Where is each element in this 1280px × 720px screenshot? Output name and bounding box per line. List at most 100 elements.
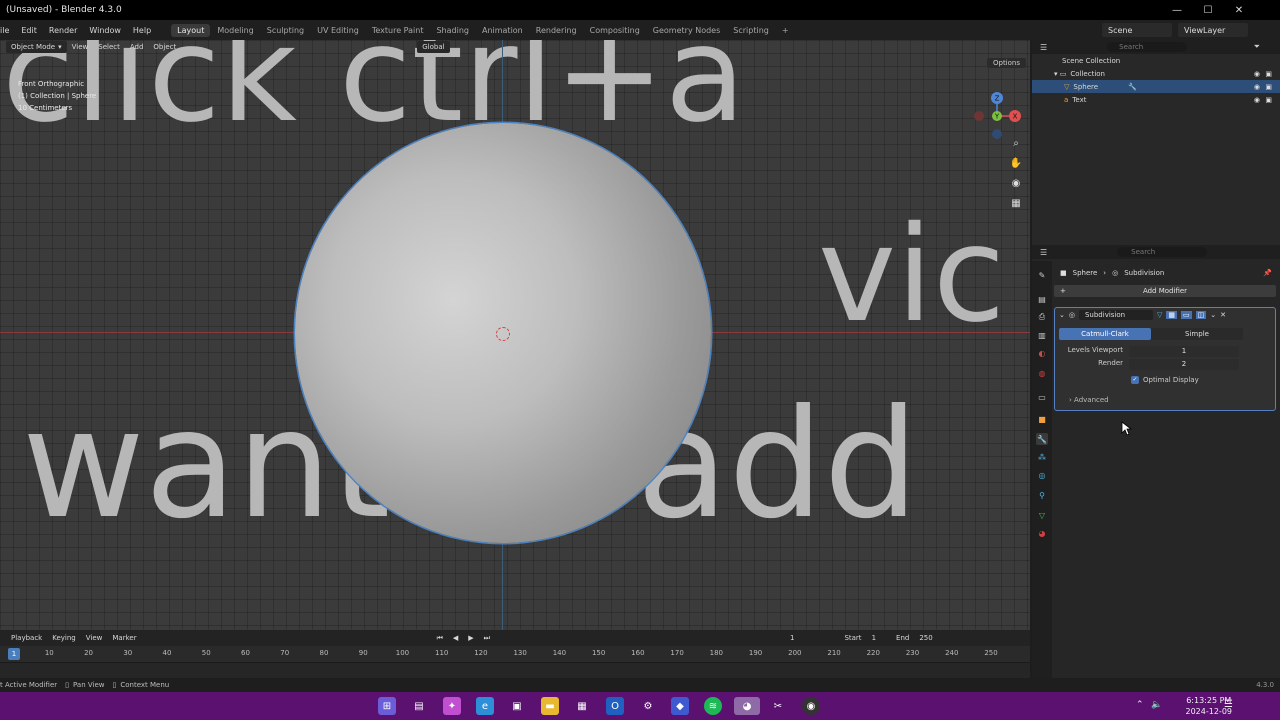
3d-viewport[interactable]: click ctrl+a vic want to add Object Mode… xyxy=(0,40,1030,630)
app-icon[interactable]: ◆ xyxy=(671,697,689,715)
menu-render[interactable]: Render xyxy=(43,26,83,35)
outliner[interactable]: ☰ Search ⏷ Scene Collection ▾ ▭ Collecti… xyxy=(1032,40,1280,245)
playhead[interactable]: 1 xyxy=(8,648,20,660)
properties-editor[interactable]: ☰ Search ✎ ▤ ⎙ ▥ ◐ ◍ ▭ ■ 🔧 ⁂ ◎ ⚲ ▽ ◕ ■ S… xyxy=(1032,245,1280,678)
copilot-icon[interactable]: ✦ xyxy=(443,697,461,715)
menu-help[interactable]: Help xyxy=(127,26,157,35)
menu-object[interactable]: Object xyxy=(148,43,181,51)
catmull-clark-option[interactable]: Catmull-Clark xyxy=(1059,328,1151,340)
cage-toggle-icon[interactable]: ▦ xyxy=(1166,311,1177,319)
settings-gear-icon[interactable]: ⚙ xyxy=(639,697,657,715)
jump-end-icon[interactable]: ⏭ xyxy=(479,634,495,643)
eye-icon[interactable]: ◉ xyxy=(1254,96,1260,104)
start-field[interactable]: 1 xyxy=(867,634,881,642)
timeline-menu-view[interactable]: View xyxy=(81,634,108,642)
scene-selector[interactable]: Scene xyxy=(1102,23,1172,37)
subdivision-modifier-panel[interactable]: ⌄ ◎ Subdivision ▽ ▦ ▭ ◫ ⌄ ✕ Catmull-Clar… xyxy=(1054,307,1276,411)
camera-icon[interactable]: ▣ xyxy=(1265,83,1272,91)
tab-compositing[interactable]: Compositing xyxy=(584,24,646,37)
tab-uv-editing[interactable]: UV Editing xyxy=(311,24,365,37)
obs-icon[interactable]: ◉ xyxy=(802,697,820,715)
notification-icon[interactable]: ☰ xyxy=(1224,699,1233,710)
simple-option[interactable]: Simple xyxy=(1151,328,1243,340)
menu-view[interactable]: View xyxy=(67,43,94,51)
tab-animation[interactable]: Animation xyxy=(476,24,529,37)
delete-modifier-icon[interactable]: ✕ xyxy=(1220,311,1226,319)
minimize-button[interactable]: — xyxy=(1162,0,1192,20)
menu-add[interactable]: Add xyxy=(125,43,149,51)
start-menu-icon[interactable]: ⊞ xyxy=(378,697,396,715)
filter-icon[interactable]: ⏷ xyxy=(1254,42,1260,52)
outlook-icon[interactable]: O xyxy=(606,697,624,715)
menu-edit[interactable]: Edit xyxy=(15,26,43,35)
properties-search-input[interactable]: Search xyxy=(1117,247,1208,257)
collection-tab-icon[interactable]: ▭ xyxy=(1036,391,1048,403)
view-layer-tab-icon[interactable]: ▥ xyxy=(1036,329,1048,341)
eye-icon[interactable]: ◉ xyxy=(1254,70,1260,78)
tab-geometry-nodes[interactable]: Geometry Nodes xyxy=(647,24,726,37)
physics-tab-icon[interactable]: ◎ xyxy=(1036,469,1048,481)
render-toggle-icon[interactable]: ◫ xyxy=(1195,311,1207,319)
maximize-button[interactable]: ☐ xyxy=(1193,0,1223,20)
tool-tab-icon[interactable]: ✎ xyxy=(1036,269,1048,281)
tray-chevron-icon[interactable]: ⌃ xyxy=(1136,700,1144,710)
file-explorer-icon[interactable]: ▬ xyxy=(541,697,559,715)
add-modifier-button[interactable]: + Add Modifier xyxy=(1054,285,1276,297)
timeline-ruler[interactable]: 1 10 20 30 40 50 60 70 80 90 100 110 120 130 140 150 16… xyxy=(0,646,1030,662)
advanced-subpanel[interactable]: › Advanced xyxy=(1069,396,1109,404)
viewport-toggle-icon[interactable]: ▭ xyxy=(1181,311,1192,319)
edit-mode-toggle-icon[interactable]: ▽ xyxy=(1157,311,1162,319)
modifier-name-field[interactable]: Subdivision xyxy=(1078,310,1153,320)
options-button[interactable]: Options xyxy=(986,58,1026,68)
world-tab-icon[interactable]: ◍ xyxy=(1036,367,1048,379)
camera-icon[interactable]: ◉ xyxy=(1008,176,1024,190)
mode-selector[interactable]: Object Mode ▾ xyxy=(6,41,67,53)
add-workspace-button[interactable]: + xyxy=(776,24,795,37)
play-icon[interactable]: ▶ xyxy=(463,634,478,642)
outliner-row-text[interactable]: a Text ◉ ▣ xyxy=(1032,93,1280,106)
tab-scripting[interactable]: Scripting xyxy=(727,24,775,37)
dropdown-icon[interactable]: ⌄ xyxy=(1210,311,1216,319)
end-field[interactable]: 250 xyxy=(914,634,937,642)
object-tab-icon[interactable]: ■ xyxy=(1036,413,1048,425)
outliner-search-input[interactable]: Search xyxy=(1107,42,1188,52)
timeline-menu-playback[interactable]: Playback xyxy=(6,634,47,642)
timeline-track-area[interactable] xyxy=(0,662,1030,678)
render-levels-field[interactable]: 2 xyxy=(1129,359,1239,370)
levels-viewport-field[interactable]: 1 xyxy=(1129,346,1239,357)
menu-file[interactable]: ile xyxy=(0,26,15,35)
output-tab-icon[interactable]: ⎙ xyxy=(1036,311,1048,323)
close-button[interactable]: ✕ xyxy=(1224,0,1254,20)
editor-type-icon[interactable]: ☰ xyxy=(1040,43,1047,52)
store-icon[interactable]: ▣ xyxy=(508,697,526,715)
play-reverse-icon[interactable]: ◀ xyxy=(448,634,463,642)
timeline[interactable]: Playback Keying View Marker ⏮ ◀ ▶ ⏭ 1 St… xyxy=(0,630,1030,678)
tab-rendering[interactable]: Rendering xyxy=(530,24,583,37)
edge-browser-icon[interactable]: e xyxy=(476,697,494,715)
tab-layout[interactable]: Layout xyxy=(171,23,211,37)
calendar-icon[interactable]: ▦ xyxy=(573,697,591,715)
material-tab-icon[interactable]: ◕ xyxy=(1036,527,1048,539)
menu-window[interactable]: Window xyxy=(83,26,127,35)
menu-select[interactable]: Select xyxy=(93,43,125,51)
outliner-row-scene-collection[interactable]: Scene Collection xyxy=(1032,54,1280,67)
camera-icon[interactable]: ▣ xyxy=(1265,96,1272,104)
collapse-icon[interactable]: ⌄ xyxy=(1059,311,1065,319)
current-frame-field[interactable]: 1 xyxy=(785,634,799,642)
outliner-row-collection[interactable]: ▾ ▭ Collection ◉ ▣ xyxy=(1032,67,1280,80)
render-tab-icon[interactable]: ▤ xyxy=(1036,293,1048,305)
scene-tab-icon[interactable]: ◐ xyxy=(1036,347,1048,359)
volume-icon[interactable]: 🔈 xyxy=(1151,700,1162,710)
constraints-tab-icon[interactable]: ⚲ xyxy=(1036,489,1048,501)
data-tab-icon[interactable]: ▽ xyxy=(1036,509,1048,521)
tab-modeling[interactable]: Modeling xyxy=(211,24,259,37)
jump-start-icon[interactable]: ⏮ xyxy=(432,634,448,643)
particles-tab-icon[interactable]: ⁂ xyxy=(1036,451,1048,463)
timeline-menu-keying[interactable]: Keying xyxy=(47,634,81,642)
spotify-icon[interactable]: ≋ xyxy=(704,697,722,715)
outliner-row-sphere[interactable]: ▽ Sphere 🔧 ◉ ▣ xyxy=(1032,80,1280,93)
editor-type-icon[interactable]: ☰ xyxy=(1040,248,1047,257)
capcut-icon[interactable]: ✂ xyxy=(769,697,787,715)
camera-icon[interactable]: ▣ xyxy=(1265,70,1272,78)
3d-cursor-icon[interactable] xyxy=(496,327,510,341)
